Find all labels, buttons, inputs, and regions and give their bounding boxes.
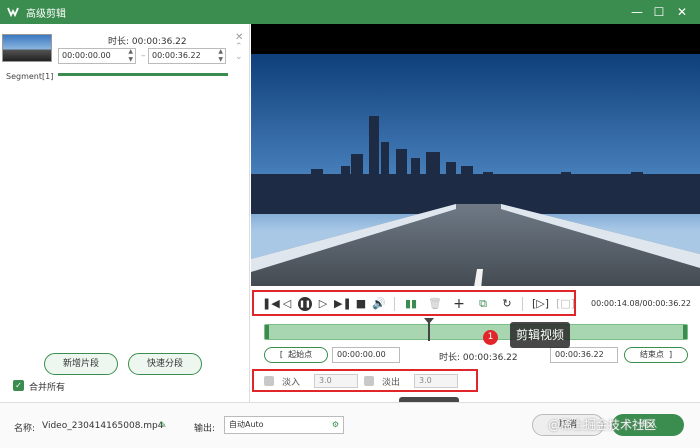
pause-icon[interactable]: ❚❚ <box>298 297 312 311</box>
fade-in-input[interactable]: 3.0 <box>314 374 358 388</box>
timeline-track[interactable] <box>264 324 688 340</box>
next-frame-icon[interactable]: ▷ <box>316 297 330 311</box>
playback-toolbar: ❚◀ ◁ ❚❚ ▷ ▶❚ ■ 🔊 ▮▮ 🗑 + ⧉ ↻ [▷] [□] <box>252 290 576 316</box>
trim-start-input[interactable]: 00:00:00.00 <box>332 347 400 363</box>
segment-duration: 时长: 00:00:36.22 <box>108 37 187 47</box>
fade-out-label: 淡出 <box>382 378 401 388</box>
effects-row: 淡入 3.0 淡出 3.0 <box>252 369 478 392</box>
edit-name-icon[interactable]: ✎ <box>159 421 167 431</box>
timeline-start-handle[interactable] <box>265 325 269 339</box>
fade-in-checkbox[interactable] <box>264 376 274 386</box>
reset-icon[interactable]: ↻ <box>500 297 514 311</box>
title-bar: 高级剪辑 — ☐ ✕ <box>0 0 700 24</box>
playhead[interactable] <box>428 319 430 341</box>
segment-panel: Segment[1] 时长: 00:00:36.22 00:00:00.00 ▲… <box>0 24 250 402</box>
minimize-icon[interactable]: — <box>628 3 646 21</box>
segment-start-input[interactable]: 00:00:00.00 ▲ ▼ <box>58 48 136 64</box>
copy-icon[interactable]: ⧉ <box>476 297 490 311</box>
callout-edit-video: 剪辑视频 <box>510 322 571 348</box>
window-title: 高级剪辑 <box>26 9 66 20</box>
watermark: @稀土掘金技术社区 <box>548 418 657 432</box>
move-up-icon[interactable]: ⌃ <box>235 42 243 52</box>
output-select[interactable]: 自动Auto ⚙ <box>224 416 344 434</box>
timeline-end-handle[interactable] <box>683 325 687 339</box>
quick-split-button[interactable]: 快速分段 <box>128 353 202 375</box>
stop-icon[interactable]: ■ <box>354 297 368 311</box>
segment-card[interactable]: Segment[1] 时长: 00:00:36.22 00:00:00.00 ▲… <box>0 28 250 88</box>
name-label: 名称: <box>14 424 36 434</box>
range-dash: – <box>141 51 146 61</box>
new-segment-button[interactable]: 新增片段 <box>44 353 118 375</box>
app-logo-icon <box>7 7 19 18</box>
trim-end-input[interactable]: 00:00:36.22 <box>550 347 618 363</box>
trim-duration: 时长: 00:00:36.22 <box>439 353 518 363</box>
fade-out-input[interactable]: 3.0 <box>414 374 458 388</box>
merge-all-label: 合并所有 <box>29 383 66 393</box>
trim-controls: [ 起始点 00:00:00.00 时长: 00:00:36.22 00:00:… <box>264 347 688 365</box>
set-end-point-button[interactable]: 结束点 ] <box>624 347 688 363</box>
go-to-start-icon[interactable]: ❚◀ <box>262 297 280 311</box>
volume-icon[interactable]: 🔊 <box>372 297 386 311</box>
settings-gear-icon[interactable]: ⚙ <box>332 417 339 433</box>
merge-all-checkbox[interactable]: ✓ <box>13 380 24 391</box>
file-name: Video_230414165008.mp4 <box>42 421 164 431</box>
fit-segment-icon: [□] <box>556 297 575 310</box>
video-preview[interactable] <box>251 24 700 286</box>
maximize-icon[interactable]: ☐ <box>650 3 668 21</box>
output-label: 输出: <box>194 424 216 434</box>
segment-end-input[interactable]: 00:00:36.22 ▲ ▼ <box>148 48 226 64</box>
split-icon[interactable]: ▮▮ <box>404 297 418 311</box>
add-icon[interactable]: + <box>452 297 466 311</box>
playback-timecode: 00:00:14.08/00:00:36.22 <box>591 299 691 308</box>
go-to-end-icon[interactable]: ▶❚ <box>334 297 352 311</box>
fade-in-label: 淡入 <box>282 378 301 388</box>
close-icon[interactable]: ✕ <box>673 3 691 21</box>
delete-icon: 🗑 <box>428 297 442 310</box>
spin-arrows-icon[interactable]: ▲ ▼ <box>218 48 223 64</box>
play-segment-icon[interactable]: [▷] <box>532 297 549 311</box>
preview-frame <box>251 54 700 286</box>
previous-frame-icon[interactable]: ◁ <box>280 297 294 311</box>
callout-badge-1: 1 <box>483 330 498 345</box>
set-start-point-button[interactable]: [ 起始点 <box>264 347 328 363</box>
fade-out-checkbox[interactable] <box>364 376 374 386</box>
segment-progress-bar <box>58 73 228 76</box>
spin-arrows-icon[interactable]: ▲ ▼ <box>128 48 133 64</box>
move-down-icon[interactable]: ⌄ <box>235 52 243 62</box>
segment-thumbnail <box>2 34 52 62</box>
segment-name: Segment[1] <box>6 72 54 81</box>
